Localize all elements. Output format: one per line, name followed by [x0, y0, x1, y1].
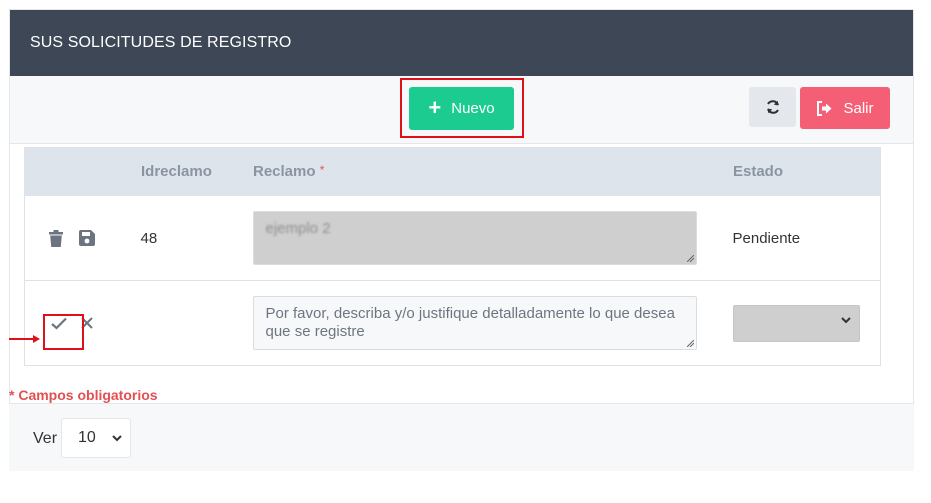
- panel-header: SUS SOLICITUDES DE REGISTRO: [10, 10, 913, 76]
- toolbar: + Nuevo Salir: [10, 76, 913, 144]
- required-marker: *: [319, 163, 325, 177]
- refresh-button[interactable]: [749, 87, 796, 127]
- estado-header-label: Estado: [733, 163, 784, 180]
- idreclamo-column-header: Idreclamo: [122, 147, 235, 196]
- reclamo-text: ejemplo 2: [265, 220, 331, 237]
- page-size-value: 10: [78, 429, 96, 446]
- row-actions-cell: [24, 195, 123, 281]
- ver-label: Ver: [33, 430, 58, 447]
- table-row: 48 ejemplo 2 Pendiente: [24, 195, 881, 281]
- reclamo-column-header: Reclamo *: [234, 147, 715, 196]
- page-size-select[interactable]: 10: [61, 418, 131, 458]
- reclamo-header-label: Reclamo: [253, 163, 316, 180]
- requests-table: Idreclamo Reclamo * Estado 48 ejemplo 2 …: [24, 147, 881, 366]
- pagination-footer: Ver 10: [9, 403, 914, 471]
- new-row-reclamo-cell: Por favor, describa y/o justifique detal…: [234, 280, 715, 366]
- chevron-down-icon: [840, 316, 851, 323]
- arrow-right-icon: [9, 335, 40, 343]
- required-fields-note: * Campos obligatorios: [9, 387, 158, 403]
- reclamo-textarea[interactable]: ejemplo 2: [252, 211, 697, 265]
- idreclamo-cell: 48: [122, 195, 235, 281]
- trash-icon[interactable]: [49, 229, 63, 247]
- page-title: SUS SOLICITUDES DE REGISTRO: [30, 34, 292, 51]
- salir-button-label: Salir: [843, 99, 874, 117]
- resize-handle-icon[interactable]: [686, 340, 694, 347]
- chevron-down-icon: [112, 435, 122, 442]
- new-row-estado-cell: [714, 280, 881, 366]
- save-icon[interactable]: [79, 230, 95, 246]
- nuevo-highlight-box: [400, 78, 524, 138]
- check-highlight-box: [43, 314, 84, 350]
- new-row-id-cell: [122, 280, 235, 366]
- actions-column-header: [24, 147, 123, 196]
- refresh-icon: [766, 100, 779, 114]
- estado-column-header: Estado: [714, 147, 881, 196]
- new-row: Por favor, describa y/o justifique detal…: [24, 280, 881, 366]
- reclamo-cell: ejemplo 2: [234, 195, 715, 281]
- table-header-row: Idreclamo Reclamo * Estado: [24, 147, 881, 196]
- salir-button[interactable]: Salir: [800, 87, 890, 129]
- resize-handle-icon[interactable]: [686, 255, 694, 262]
- estado-cell: Pendiente: [714, 195, 881, 281]
- idreclamo-header-label: Idreclamo: [141, 163, 212, 180]
- new-reclamo-placeholder: Por favor, describa y/o justifique detal…: [265, 305, 675, 340]
- sign-out-icon: [817, 100, 832, 116]
- new-reclamo-textarea[interactable]: Por favor, describa y/o justifique detal…: [252, 296, 697, 350]
- estado-select[interactable]: [732, 304, 860, 342]
